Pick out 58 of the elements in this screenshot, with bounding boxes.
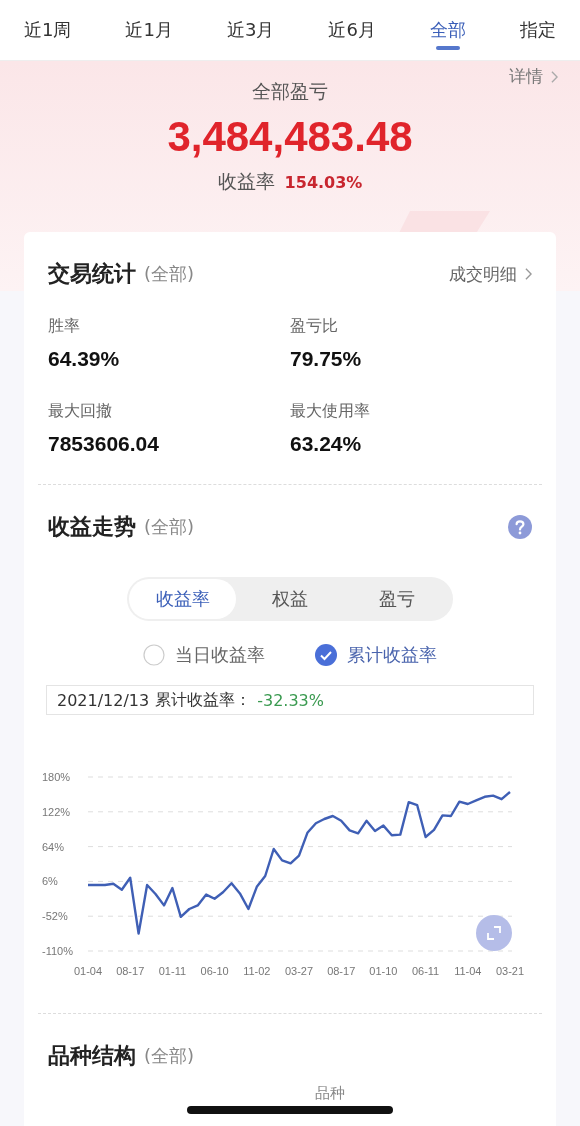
- period-tab[interactable]: 近1周: [24, 0, 72, 60]
- x-axis-label: 11-04: [454, 965, 482, 977]
- detail-link[interactable]: 详情: [509, 65, 558, 88]
- y-axis-label: -110%: [42, 945, 73, 957]
- x-axis-label: 03-27: [284, 965, 314, 977]
- x-axis-label: 01-04: [73, 965, 103, 977]
- tooltip-label: 累计收益率：: [155, 689, 252, 711]
- period-tab[interactable]: 近1月: [125, 0, 173, 60]
- y-axis-label: -52%: [42, 910, 68, 923]
- help-icon[interactable]: [508, 515, 532, 539]
- section-title: 品种结构: [48, 1042, 136, 1070]
- period-tab[interactable]: 近3月: [226, 0, 275, 60]
- section-title: 交易统计: [48, 260, 136, 288]
- segment-tab[interactable]: 权益: [236, 579, 344, 619]
- section-scope: (全部): [144, 1044, 195, 1068]
- section-scope: (全部): [144, 262, 195, 286]
- total-amount: 3,484,483.48: [167, 113, 413, 161]
- expand-icon[interactable]: [476, 915, 512, 951]
- trade-detail-link[interactable]: 成交明细: [449, 262, 532, 286]
- segment-tab[interactable]: 收益率: [129, 579, 237, 619]
- stat-label: 最大使用率: [290, 401, 371, 422]
- y-axis-label: 6%: [42, 875, 58, 888]
- x-axis-label: 03-21: [495, 965, 525, 977]
- y-axis-label: 122%: [42, 805, 71, 818]
- section-scope: (全部): [144, 515, 195, 539]
- stat-value: 7853606.04: [48, 432, 160, 456]
- stat-value: 63.24%: [290, 432, 363, 456]
- rate-value: 154.03%: [284, 173, 363, 192]
- x-axis-label: 08-17: [116, 965, 145, 977]
- x-axis-label: 06-11: [411, 965, 440, 977]
- segment-tab[interactable]: 盈亏: [343, 579, 451, 619]
- stat-value: 79.75%: [290, 347, 363, 371]
- stat-label: 最大回撤: [48, 401, 113, 422]
- tooltip-date: 2021/12/13: [57, 690, 150, 710]
- chevron-icon: [551, 70, 558, 83]
- stat-label: 盈亏比: [290, 316, 339, 337]
- x-axis-label: 06-10: [200, 965, 229, 977]
- column-header: 品种: [315, 1084, 345, 1103]
- option-label: 累计收益率: [347, 643, 437, 667]
- y-axis-label: 64%: [42, 840, 65, 853]
- period-tab[interactable]: 指定: [519, 0, 556, 60]
- y-axis-label: 180%: [42, 771, 71, 783]
- x-axis-label: 01-11: [158, 965, 187, 977]
- summary-title: 全部盈亏: [252, 79, 328, 104]
- chevron-icon: [525, 268, 532, 280]
- period-tab[interactable]: 近6月: [328, 0, 376, 60]
- radio-button[interactable]: [143, 644, 165, 666]
- rate-label: 收益率: [217, 169, 275, 194]
- x-axis-label: 11-02: [243, 965, 271, 977]
- section-title: 收益走势: [48, 513, 136, 541]
- stat-value: 64.39%: [48, 347, 121, 371]
- radio-button[interactable]: [315, 644, 337, 666]
- stat-label: 胜率: [48, 316, 81, 337]
- option-label: 当日收益率: [175, 643, 265, 667]
- x-axis-label: 01-10: [369, 965, 398, 977]
- period-tab[interactable]: 全部: [429, 0, 466, 60]
- tooltip-value: -32.33%: [257, 690, 324, 710]
- x-axis-label: 08-17: [327, 965, 356, 977]
